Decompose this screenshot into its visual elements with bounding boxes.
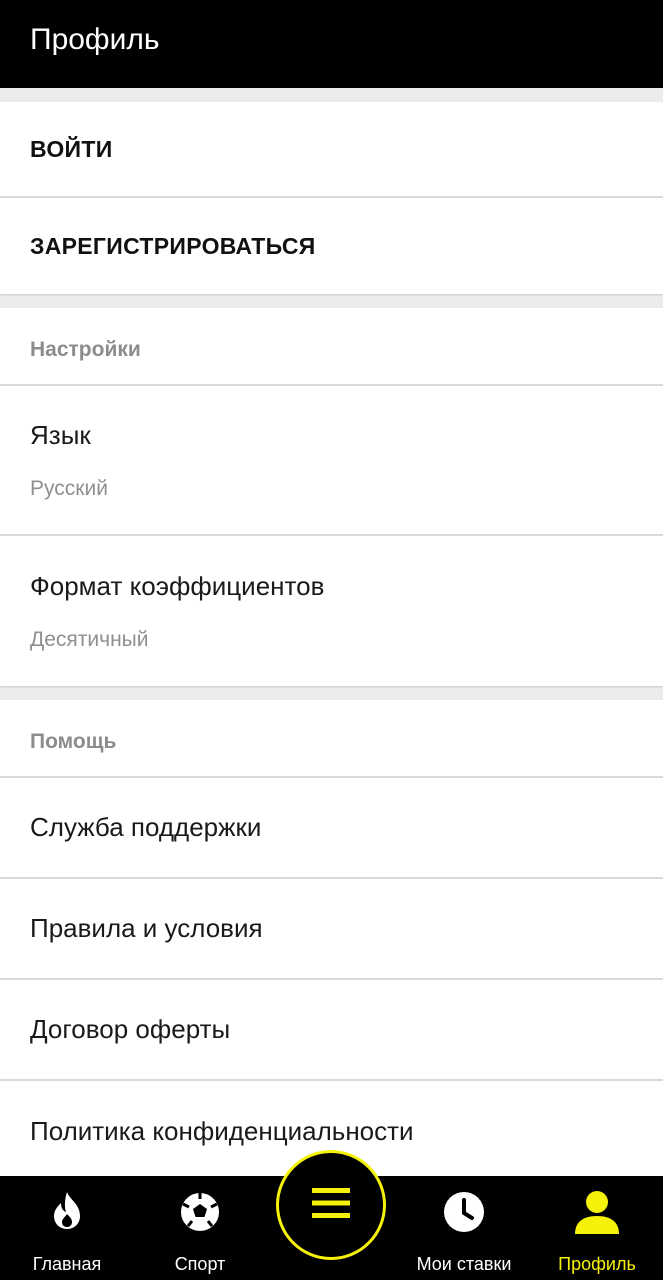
language-setting[interactable]: Язык Русский: [0, 386, 663, 536]
page-title: Профиль: [30, 23, 160, 56]
nav-my-bets-label: Мои ставки: [416, 1254, 512, 1274]
nav-home[interactable]: Главная: [18, 1176, 116, 1280]
terms-link[interactable]: Правила и условия: [0, 879, 663, 980]
app-header: Профиль: [0, 0, 663, 88]
nav-home-label: Главная: [32, 1254, 102, 1274]
profile-content[interactable]: ВОЙТИ ЗАРЕГИСТРИРОВАТЬСЯ Настройки Язык …: [0, 88, 663, 1176]
user-icon: [573, 1190, 621, 1241]
menu-button[interactable]: [276, 1150, 386, 1260]
nav-profile-label: Профиль: [558, 1254, 636, 1274]
odds-format-value: Десятичный: [30, 627, 149, 651]
offer-agreement-link[interactable]: Договор оферты: [0, 980, 663, 1081]
nav-my-bets[interactable]: Мои ставки: [408, 1176, 520, 1280]
language-label: Язык: [30, 419, 91, 450]
clock-icon: [442, 1190, 486, 1239]
register-button[interactable]: ЗАРЕГИСТРИРОВАТЬСЯ: [0, 198, 663, 294]
nav-sport-label: Спорт: [174, 1254, 226, 1274]
menu-icon: [312, 1187, 350, 1223]
odds-format-label: Формат коэффициентов: [30, 570, 325, 601]
nav-profile[interactable]: Профиль: [552, 1176, 642, 1280]
support-link[interactable]: Служба поддержки: [0, 778, 663, 879]
help-card: Помощь Служба поддержки Правила и услови…: [0, 700, 663, 1176]
nav-sport[interactable]: Спорт: [160, 1176, 240, 1280]
help-section-title: Помощь: [0, 700, 663, 778]
soccer-ball-icon: [178, 1190, 222, 1239]
odds-format-setting[interactable]: Формат коэффициентов Десятичный: [0, 536, 663, 686]
settings-card: Настройки Язык Русский Формат коэффициен…: [0, 308, 663, 686]
auth-card: ВОЙТИ ЗАРЕГИСТРИРОВАТЬСЯ: [0, 102, 663, 294]
login-button[interactable]: ВОЙТИ: [0, 102, 663, 198]
language-value: Русский: [30, 476, 108, 500]
settings-section-title: Настройки: [0, 308, 663, 386]
flame-icon: [50, 1190, 84, 1235]
